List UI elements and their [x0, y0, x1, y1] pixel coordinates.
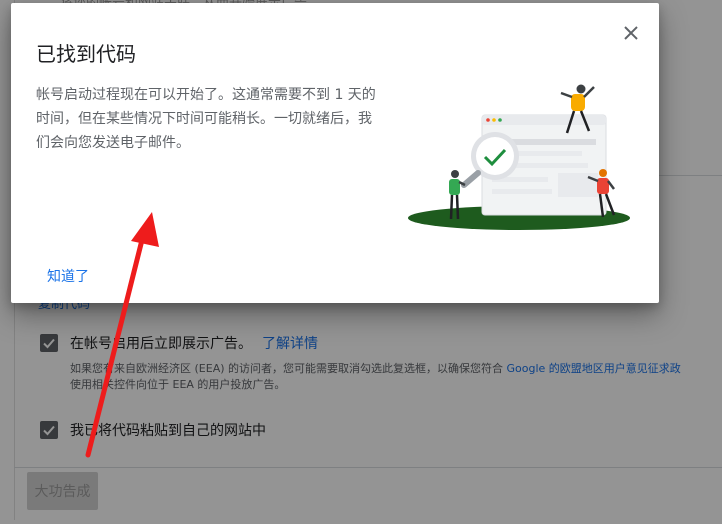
dialog-body-line: 帐号启动过程现在可以开始了。这通常需要不到 1 天的 [36, 87, 376, 103]
close-icon [624, 26, 638, 40]
dialog-body-line: 时间，但在某些情况下时间可能稍长。一切就绪后，我 [36, 111, 372, 127]
dialog-body: 帐号启动过程现在可以开始了。这通常需要不到 1 天的 时间，但在某些情况下时间可… [36, 83, 406, 155]
dialog-body-line: 们会向您发送电子邮件。 [36, 135, 190, 151]
code-found-dialog: 已找到代码 帐号启动过程现在可以开始了。这通常需要不到 1 天的 时间，但在某些… [11, 3, 659, 303]
got-it-button[interactable]: 知道了 [47, 266, 89, 286]
magnifier-check-illustration [406, 81, 646, 245]
dialog-title: 已找到代码 [36, 42, 136, 66]
close-button[interactable] [619, 21, 643, 45]
